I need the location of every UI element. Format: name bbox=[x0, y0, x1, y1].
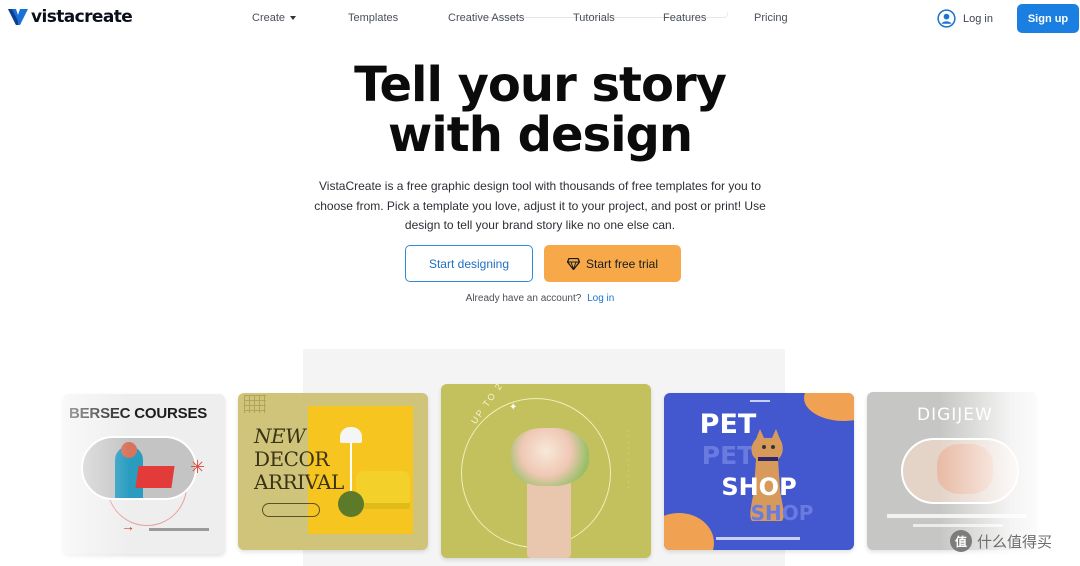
vertical-text-line: · · · · · · · · · · · bbox=[625, 430, 631, 490]
template-card-title: NEW DECOR ARRIVAL bbox=[254, 425, 344, 494]
start-free-trial-label: Start free trial bbox=[585, 256, 659, 271]
hero-title-line-2: with design bbox=[387, 107, 693, 163]
laptop-shape bbox=[135, 466, 175, 488]
armchair-shape bbox=[356, 471, 410, 509]
account-login-link[interactable]: Log in bbox=[587, 293, 614, 304]
account-prompt: Already have an account? Log in bbox=[0, 293, 1080, 304]
nav-item-tutorials[interactable]: Tutorials bbox=[573, 12, 615, 24]
orange-blob bbox=[664, 513, 714, 550]
title-line-1: NEW bbox=[254, 424, 306, 448]
template-card-cleaning-service[interactable]: ✦ UP TO 20% OFF CLEANING SERVICE · · · ·… bbox=[441, 384, 651, 558]
user-icon bbox=[937, 9, 956, 28]
gem-icon bbox=[566, 257, 580, 270]
signup-button[interactable]: Sign up bbox=[1017, 4, 1079, 33]
sparkle-icon: ✦ bbox=[509, 402, 518, 413]
shop-now-pill bbox=[262, 503, 320, 517]
nav-item-creative-assets[interactable]: Creative Assets bbox=[448, 12, 524, 24]
login-link[interactable]: Log in bbox=[937, 9, 993, 28]
nav-item-create-label: Create bbox=[252, 12, 286, 24]
orange-blob bbox=[804, 393, 854, 421]
nav-item-features[interactable]: Features bbox=[663, 12, 706, 24]
site-header: vistacreate Create Templates Creative As… bbox=[0, 0, 1080, 38]
hero-title: Tell your story with design bbox=[0, 60, 1080, 160]
login-label: Log in bbox=[963, 12, 993, 25]
ghost-text: SHOP bbox=[750, 501, 814, 525]
account-prompt-text: Already have an account? bbox=[465, 293, 582, 304]
watermark-logo-icon: 值 bbox=[950, 530, 972, 552]
hero-description-line-3: design to tell your brand story like no … bbox=[404, 218, 676, 232]
hero-description: VistaCreate is a free graphic design too… bbox=[290, 177, 790, 236]
start-designing-button[interactable]: Start designing bbox=[405, 245, 533, 282]
small-text-line bbox=[149, 528, 209, 531]
watermark: 值 什么值得买 bbox=[950, 530, 1052, 552]
title-line-3: ARRIVAL bbox=[254, 470, 344, 494]
grid-pattern bbox=[244, 395, 266, 413]
carousel-fade-left bbox=[0, 380, 130, 566]
nav-item-create[interactable]: Create bbox=[252, 12, 297, 24]
hero-title-line-1: Tell your story bbox=[354, 57, 727, 113]
title-line-2: DECOR bbox=[254, 447, 329, 471]
hero-description-line-1: VistaCreate is a free graphic design too… bbox=[318, 179, 762, 193]
template-card-pet-shop[interactable]: PET PET SHOP SHOP bbox=[664, 393, 854, 550]
watermark-text: 什么值得买 bbox=[977, 532, 1053, 551]
nav-item-templates[interactable]: Templates bbox=[348, 12, 398, 24]
plant-shape bbox=[338, 491, 364, 517]
asterisk-icon: ✳ bbox=[190, 457, 206, 477]
hero-description-line-2: choose from. Pick a template you love, a… bbox=[314, 198, 766, 213]
small-text-line bbox=[750, 400, 770, 402]
cabbage-photo bbox=[511, 428, 589, 486]
nav-item-pricing[interactable]: Pricing bbox=[754, 12, 788, 24]
template-card-title-line-2: SHOP bbox=[721, 473, 797, 501]
small-text-line bbox=[716, 537, 800, 540]
template-card-new-decor-arrival[interactable]: NEW DECOR ARRIVAL bbox=[238, 393, 428, 550]
start-free-trial-button[interactable]: Start free trial bbox=[544, 245, 681, 282]
main-nav: Create Templates Creative Assets Tutoria… bbox=[0, 12, 1080, 28]
caret-down-icon bbox=[290, 16, 297, 21]
